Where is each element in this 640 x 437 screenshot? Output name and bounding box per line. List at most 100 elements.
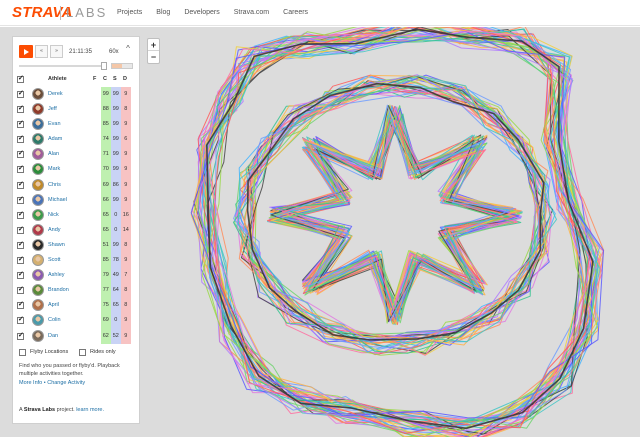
f-cell [91, 313, 101, 328]
table-row[interactable]: Evan85999 [13, 117, 139, 133]
athlete-name-link[interactable]: Derek [48, 91, 63, 97]
nav-link-careers[interactable]: Careers [283, 9, 308, 16]
avatar [32, 238, 44, 251]
c-cell: 79 [101, 268, 111, 284]
table-row[interactable]: Adam 74996 [13, 132, 139, 148]
f-cell [91, 283, 101, 298]
select-all-checkbox[interactable] [17, 74, 24, 83]
athlete-name-link[interactable]: Dan [48, 333, 58, 339]
row-checkbox[interactable] [17, 300, 24, 310]
timeline-slider[interactable] [19, 62, 135, 70]
row-checkbox[interactable] [17, 134, 24, 144]
table-row[interactable]: Mark70999 [13, 162, 139, 178]
row-checkbox[interactable] [17, 270, 24, 280]
footer-project-name: Strava Labs [23, 407, 56, 413]
table-row[interactable]: Alan71999 [13, 147, 139, 163]
table-row[interactable]: April 75658 [13, 298, 139, 314]
row-checkbox[interactable] [17, 180, 24, 189]
table-row[interactable]: Nick 65016 [13, 207, 139, 223]
timeline-thumb[interactable] [100, 62, 107, 70]
athlete-name-link[interactable]: Shawn [48, 242, 65, 248]
s-column-header[interactable]: S [113, 76, 117, 82]
faster-button[interactable]: » [50, 45, 63, 58]
zoom-control: + − [147, 38, 160, 64]
s-cell: 99 [111, 162, 121, 178]
row-checkbox[interactable] [17, 210, 24, 219]
nav-link-blog[interactable]: Blog [156, 9, 170, 16]
row-checkbox[interactable] [17, 240, 24, 249]
zoom-in-button[interactable]: + [148, 39, 159, 51]
f-cell [91, 162, 101, 177]
f-cell [91, 178, 101, 193]
change-activity-link[interactable]: Change Activity [47, 380, 85, 386]
nav-link-projects[interactable]: Projects [117, 9, 142, 16]
athlete-name-link[interactable]: Nick [48, 212, 59, 218]
d-cell: 7 [121, 268, 131, 284]
table-row[interactable]: Dan 62529 [13, 328, 139, 344]
avatar [32, 223, 44, 236]
slower-button[interactable]: « [35, 45, 48, 58]
zoom-out-button[interactable]: − [148, 51, 159, 63]
main-nav: Projects Blog Developers Strava.com Care… [117, 9, 322, 16]
table-row[interactable]: Brandon 77648 [13, 283, 139, 299]
table-row[interactable]: Michael66999 [13, 192, 139, 208]
athlete-name-link[interactable]: April [48, 302, 59, 308]
table-row[interactable]: Jeff 88998 [13, 102, 139, 118]
table-row[interactable]: Derek99999 [13, 87, 139, 103]
play-button[interactable] [19, 45, 33, 58]
timeline-track[interactable] [19, 65, 105, 67]
athlete-name-link[interactable]: Ashley [48, 272, 65, 278]
row-checkbox[interactable] [17, 104, 24, 114]
athlete-name-link[interactable]: Evan [48, 121, 61, 127]
row-checkbox[interactable] [17, 164, 24, 174]
f-column-header[interactable]: F [93, 76, 96, 82]
row-checkbox[interactable] [17, 119, 24, 129]
row-checkbox[interactable] [17, 315, 24, 325]
row-checkbox[interactable] [17, 89, 24, 98]
athlete-name-link[interactable]: Colin [48, 317, 61, 323]
athlete-name-link[interactable]: Adam [48, 136, 62, 142]
athlete-name-link[interactable]: Mark [48, 166, 60, 172]
athlete-name-link[interactable]: Jeff [48, 106, 57, 112]
table-row[interactable]: Colin 6909 [13, 313, 139, 329]
row-checkbox[interactable] [17, 255, 24, 265]
collapse-chevron-icon[interactable]: ^ [121, 44, 135, 58]
rides-only-label: Rides only [90, 349, 116, 355]
top-nav-bar: STRAVA LABS Projects Blog Developers Str… [0, 0, 640, 26]
table-row[interactable]: Scott 85789 [13, 253, 139, 269]
table-row[interactable]: Andy 65014 [13, 222, 139, 238]
athlete-name-link[interactable]: Chris [48, 182, 61, 188]
avatar [32, 163, 44, 176]
row-checkbox[interactable] [17, 225, 24, 234]
row-checkbox[interactable] [17, 285, 24, 295]
f-cell [91, 208, 101, 223]
speed-slider[interactable] [111, 63, 133, 69]
d-cell: 8 [121, 237, 131, 254]
row-checkbox[interactable] [17, 331, 24, 340]
athlete-name-link[interactable]: Brandon [48, 287, 69, 293]
athlete-name-link[interactable]: Scott [48, 257, 61, 263]
table-row[interactable]: Chris 69869 [13, 177, 139, 193]
flyby-locations-checkbox[interactable] [19, 349, 26, 356]
table-row[interactable]: Ashley 79497 [13, 268, 139, 284]
c-column-header[interactable]: C [103, 76, 107, 82]
row-checkbox[interactable] [17, 149, 24, 159]
strava-logo[interactable]: STRAVA [12, 4, 73, 21]
athlete-name-link[interactable]: Michael [48, 197, 67, 203]
learn-more-link[interactable]: learn more. [76, 407, 104, 413]
nav-link-strava[interactable]: Strava.com [234, 9, 269, 16]
table-row[interactable]: Shawn 51998 [13, 237, 139, 254]
f-cell [91, 102, 101, 117]
d-column-header[interactable]: D [123, 76, 127, 82]
avatar [32, 118, 44, 131]
athlete-name-link[interactable]: Andy [48, 227, 61, 233]
row-checkbox[interactable] [17, 195, 24, 204]
nav-link-developers[interactable]: Developers [184, 9, 219, 16]
athlete-column-header[interactable]: Athlete [48, 76, 67, 82]
f-cell [91, 223, 101, 238]
more-info-link[interactable]: More Info [19, 380, 42, 386]
labs-logo[interactable]: LABS [66, 5, 107, 20]
avatar [32, 254, 44, 267]
athlete-name-link[interactable]: Alan [48, 151, 59, 157]
rides-only-checkbox[interactable] [79, 349, 86, 356]
